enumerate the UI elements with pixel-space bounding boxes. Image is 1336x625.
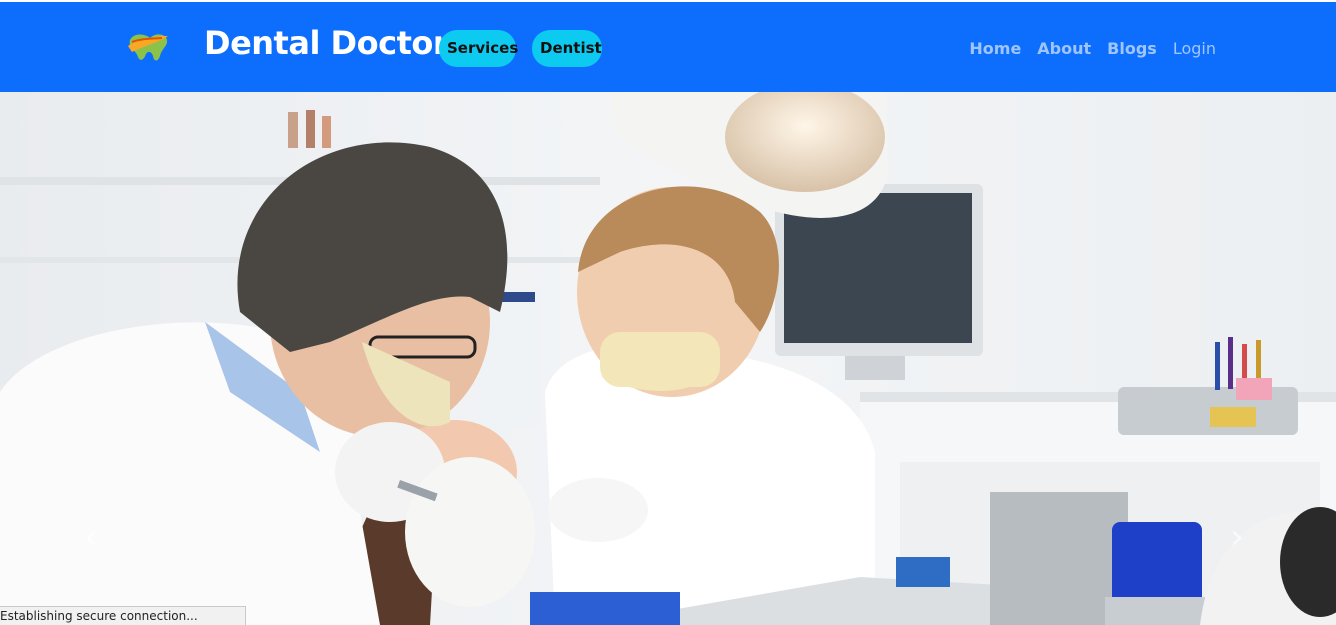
nav-about-link[interactable]: About (1037, 39, 1091, 59)
status-bar: Establishing secure connection... (0, 606, 246, 625)
services-button[interactable]: Services (439, 30, 518, 67)
tooth-logo-icon[interactable] (126, 30, 170, 64)
chevron-right-icon[interactable]: › (1222, 517, 1252, 557)
dentists-treating-patient-photo (0, 92, 1336, 625)
chevron-left-icon[interactable]: ‹ (76, 517, 106, 557)
nav-login-link[interactable]: Login (1173, 39, 1216, 59)
hero-carousel: ‹ › (0, 92, 1336, 625)
nav-links: Home About Blogs Login (969, 39, 1216, 59)
dentist-button[interactable]: Dentist (532, 30, 602, 67)
navbar: Dental Doctor Services Dentist Home Abou… (0, 2, 1336, 92)
brand-title[interactable]: Dental Doctor (204, 24, 449, 62)
nav-blogs-link[interactable]: Blogs (1107, 39, 1157, 59)
nav-home-link[interactable]: Home (969, 39, 1021, 59)
